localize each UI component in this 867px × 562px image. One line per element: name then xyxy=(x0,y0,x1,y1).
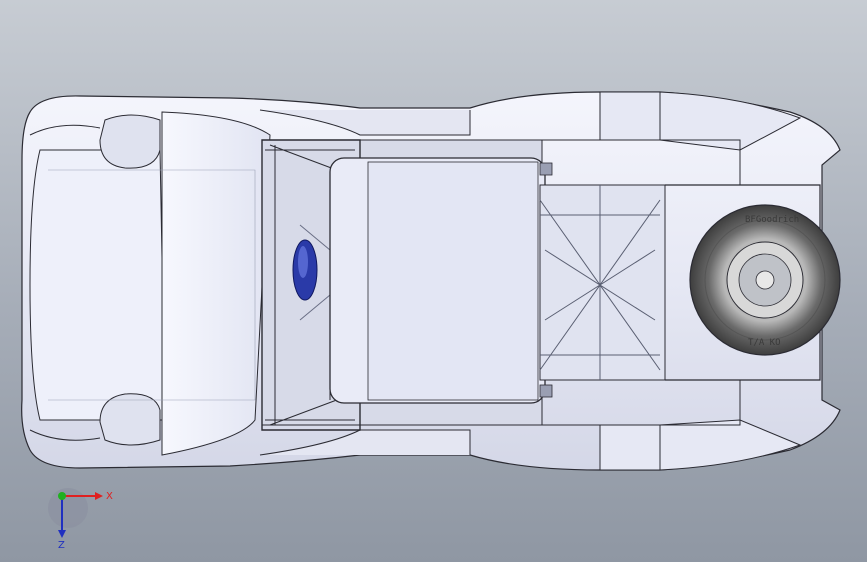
spare-tire[interactable]: BFGoodrich T/A KO xyxy=(689,204,841,356)
nose-cutout-top xyxy=(99,114,161,169)
y-axis-arrow-icon xyxy=(58,492,66,500)
vehicle-model[interactable]: BFGoodrich T/A KO xyxy=(0,0,867,562)
cage-mount-upper xyxy=(539,162,553,176)
x-axis-label: X xyxy=(106,491,113,502)
hood[interactable] xyxy=(161,111,271,456)
nose[interactable] xyxy=(29,149,166,421)
seat-highlight xyxy=(298,246,308,278)
cage-mount-lower xyxy=(539,384,553,398)
triad-origin-shadow xyxy=(48,488,88,528)
tire-sidewall-text-2: T/A KO xyxy=(748,338,781,348)
cad-viewport[interactable]: BFGoodrich T/A KO X Z xyxy=(0,0,867,562)
nose-cutout-bottom xyxy=(99,393,161,446)
coordinate-triad: X Z xyxy=(48,488,113,551)
roof-inner xyxy=(367,161,539,401)
tire-sidewall-text-1: BFGoodrich xyxy=(745,215,799,225)
z-axis-arrowhead xyxy=(58,530,66,538)
z-axis-label: Z xyxy=(58,540,65,551)
x-axis-arrowhead xyxy=(95,492,103,500)
